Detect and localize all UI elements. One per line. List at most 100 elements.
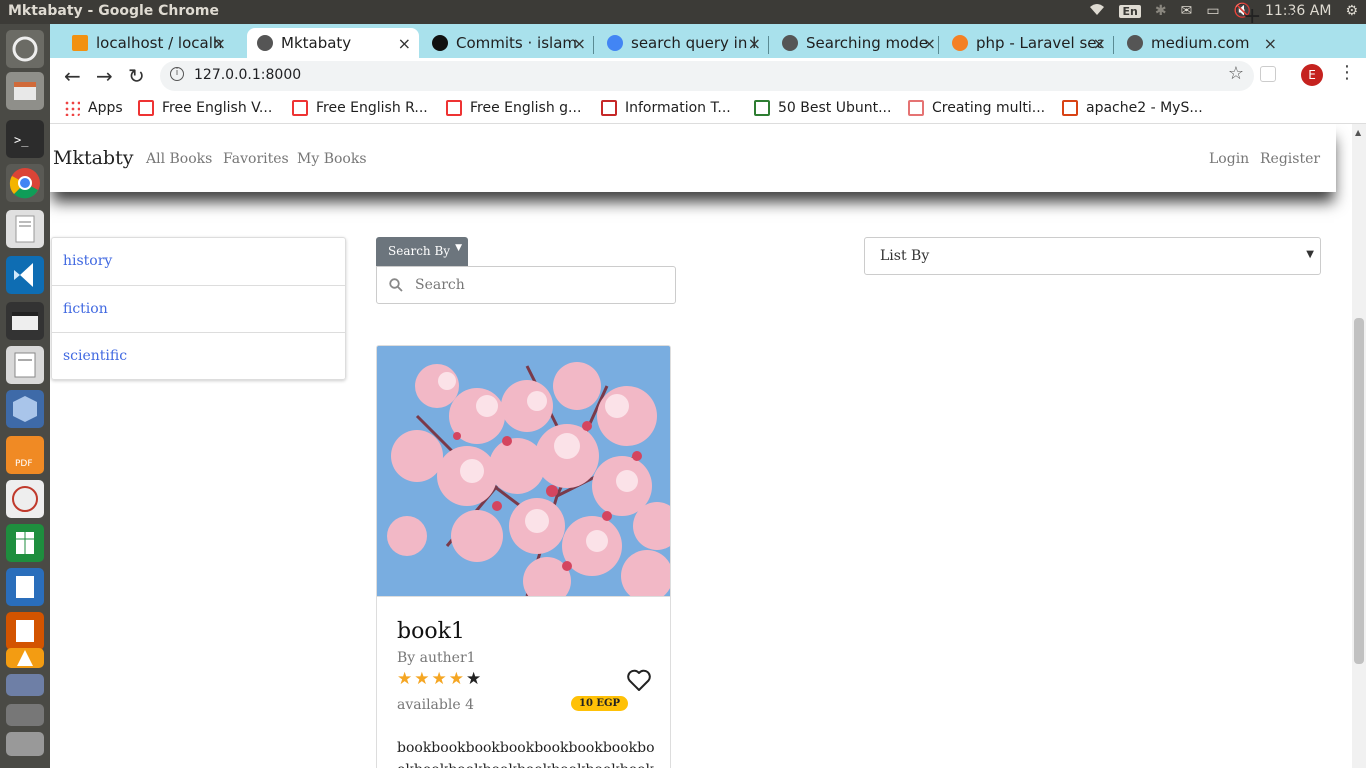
bookmark-2[interactable]: Free English V... [138,100,272,116]
bookmark-icon [138,100,154,116]
clock[interactable]: 11:36 AM [1265,3,1331,19]
star-filled-icon[interactable]: ★ [397,671,412,688]
bookmark-label: 50 Best Ubunt... [778,100,892,116]
nav-link-my-books[interactable]: My Books [297,151,367,167]
bookmark-3[interactable]: Free English R... [292,100,428,116]
github-icon [432,35,448,51]
files-icon[interactable] [6,72,44,110]
window-title: Mktabaty - Google Chrome [8,3,219,19]
bookmark-7[interactable]: Creating multi... [908,100,1045,116]
close-icon[interactable]: × [923,34,936,53]
tab-label: Searching mode [806,34,929,52]
nav-link-all-books[interactable]: All Books [146,151,212,167]
address-bar-url[interactable]: 127.0.0.1:8000 [194,67,301,83]
writer-icon[interactable] [6,568,44,606]
tab-3[interactable]: Commits · islam × [422,28,594,58]
close-icon[interactable]: × [1093,34,1106,53]
star-rating[interactable]: ★ ★ ★ ★ ★ [397,671,481,688]
impress-icon[interactable] [6,612,44,650]
category-history[interactable]: history [52,238,345,286]
tab-2[interactable]: Mktabaty × [247,28,419,58]
book-description: bookbookbookbookbookbookbookbookbookbook… [397,740,655,768]
wifi-icon[interactable] [1089,2,1105,20]
text-editor-icon[interactable] [6,210,44,248]
site-info-icon[interactable]: i [170,67,184,81]
bookmark-1[interactable]: Apps [64,100,123,116]
category-fiction[interactable]: fiction [52,286,345,334]
search-by-dropdown[interactable]: Search By ▼ [376,237,468,266]
notes-icon[interactable] [6,346,44,384]
search-box [376,266,676,304]
globe-icon [257,35,273,51]
virtualbox-icon[interactable] [6,390,44,428]
keyboard-layout-indicator[interactable]: En [1119,4,1141,18]
book-title[interactable]: book1 [397,619,465,644]
mail-icon[interactable]: ✉ [1181,3,1193,19]
scroll-up-arrow-icon[interactable]: ▲ [1355,128,1361,137]
star-filled-icon[interactable]: ★ [414,671,429,688]
settings-gear-icon[interactable]: ⚙ [1345,3,1358,19]
address-bar[interactable]: i 127.0.0.1:8000 ☆ [160,61,1254,91]
video-editor-icon[interactable] [6,302,44,340]
close-icon[interactable]: × [213,34,226,53]
bookmark-6[interactable]: 50 Best Ubunt... [754,100,891,116]
document-viewer-icon[interactable] [6,480,44,518]
bookmark-label: apache2 - MyS... [1086,100,1203,116]
star-filled-icon[interactable]: ★ [449,671,464,688]
scrollbar-thumb[interactable] [1354,318,1364,664]
close-icon[interactable]: × [748,34,761,53]
bookmark-5[interactable]: Information T... [601,100,731,116]
bookmark-4[interactable]: Free English g... [446,100,581,116]
os-top-panel: Mktabaty - Google Chrome En ✱ ✉ ▭ 🔇 11:3… [0,0,1366,24]
tab-1[interactable]: localhost / localhost× [62,28,234,58]
login-link[interactable]: Login [1209,151,1249,167]
list-by-select[interactable]: List By ▼ [864,237,1321,275]
pdf-reader-icon[interactable]: PDF [6,436,44,474]
tab-7[interactable]: medium.com × [1117,28,1285,58]
spreadsheet-icon[interactable] [6,524,44,562]
profile-avatar[interactable]: E [1301,64,1323,86]
nav-link-favorites[interactable]: Favorites [223,151,289,167]
page-scrollbar[interactable]: ▲ [1352,124,1366,768]
svg-text:PDF: PDF [15,459,33,469]
browser-menu-icon[interactable]: ⋮ [1338,62,1356,83]
site-brand[interactable]: Mktabty [53,147,133,169]
book-card[interactable]: book1 By auther1 ★ ★ ★ ★ ★ available 4 10 EG… [376,345,671,768]
close-icon[interactable]: × [398,34,411,53]
star-empty-icon[interactable]: ★ [466,671,481,688]
phpmyadmin-icon [72,35,88,51]
vlc-icon[interactable] [6,648,44,668]
chrome-icon[interactable] [6,164,44,202]
forward-arrow-icon[interactable]: → [96,64,113,88]
bluetooth-icon[interactable]: ✱ [1155,3,1167,19]
bookmark-8[interactable]: apache2 - MyS... [1062,100,1203,116]
ubuntu-dash-icon[interactable] [6,30,44,68]
close-icon[interactable]: × [573,34,586,53]
page-viewport: Mktabty All Books Favorites My Books Log… [50,124,1366,768]
terminal-icon[interactable]: >_ [6,120,44,158]
register-link[interactable]: Register [1260,151,1320,167]
book-cover-image[interactable] [377,346,670,596]
tab-4[interactable]: search query in l × [597,28,769,58]
search-input[interactable] [415,275,665,295]
back-arrow-icon[interactable]: ← [64,64,81,88]
bookmark-label: Apps [88,100,123,116]
drive-icon[interactable] [6,732,44,756]
trash-icon[interactable] [6,704,44,726]
tab-label: Mktabaty [281,34,352,52]
category-scientific[interactable]: scientific [52,333,345,381]
bookmarks-overflow-button[interactable]: » [1286,3,1297,24]
tab-6[interactable]: php - Laravel sea × [942,28,1114,58]
close-icon[interactable]: × [1264,34,1277,53]
reload-icon[interactable]: ↻ [128,64,145,88]
tab-5[interactable]: Searching mode × [772,28,944,58]
google-icon [607,35,623,51]
favorite-heart-icon[interactable] [626,668,652,692]
extension-icon[interactable] [1260,66,1276,82]
workspace-switcher-icon[interactable] [6,674,44,696]
new-tab-button[interactable]: + [1243,4,1261,29]
vscode-icon[interactable] [6,256,44,294]
star-filled-icon[interactable]: ★ [432,671,447,688]
battery-icon[interactable]: ▭ [1206,3,1219,19]
bookmark-star-icon[interactable]: ☆ [1228,63,1244,84]
